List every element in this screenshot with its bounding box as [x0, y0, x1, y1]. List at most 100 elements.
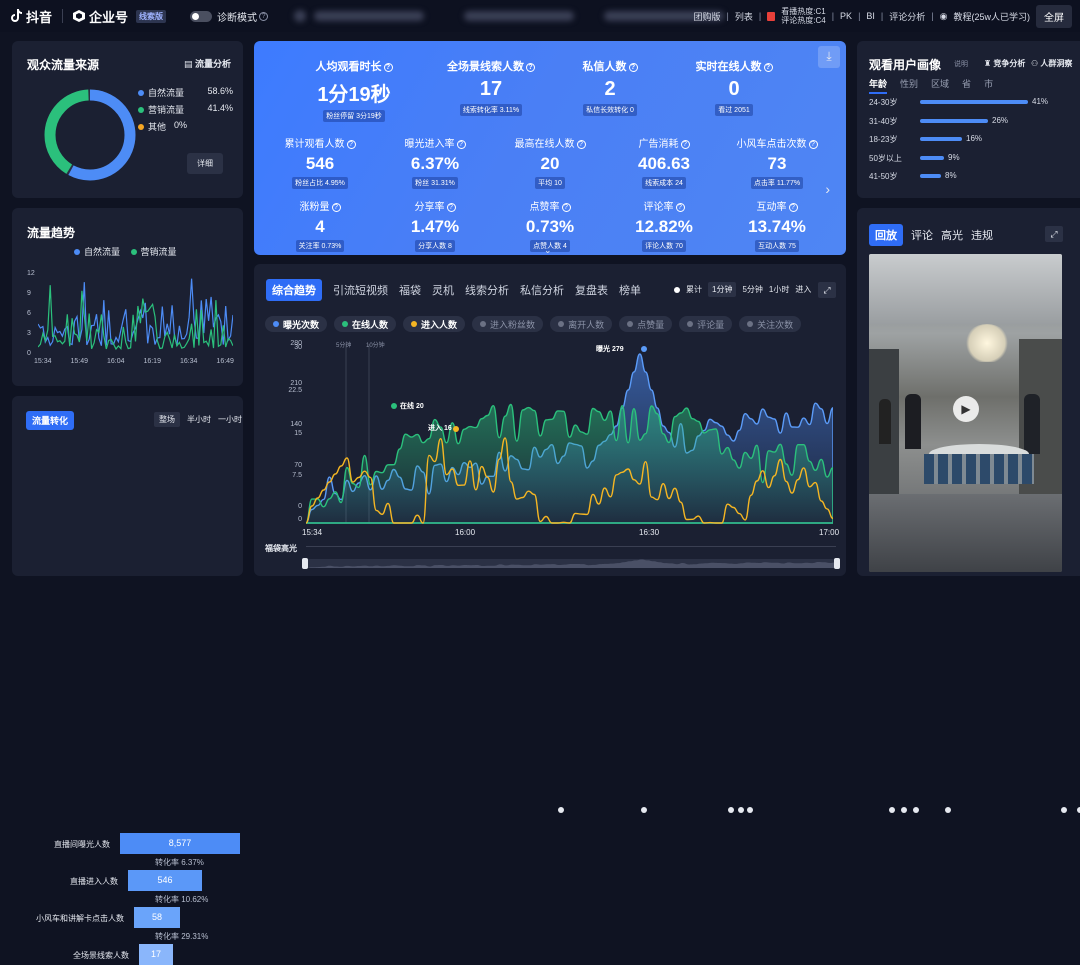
- slider-handle-right[interactable]: [834, 558, 840, 569]
- enterprise-logo[interactable]: 企业号 线索版: [73, 7, 167, 26]
- interval-enter[interactable]: 进入: [795, 284, 811, 295]
- help-icon[interactable]: ?: [331, 202, 341, 212]
- tab-half-hour[interactable]: 半小时: [187, 412, 211, 427]
- main-tab-7[interactable]: 榜单: [619, 282, 641, 298]
- main-tab-2[interactable]: 福袋: [399, 282, 421, 298]
- help-icon[interactable]: ?: [576, 139, 586, 149]
- link-pk[interactable]: PK: [840, 11, 852, 21]
- tutorial-link[interactable]: 教程(25w人已学习): [953, 10, 1030, 23]
- tab-province[interactable]: 省: [962, 77, 971, 94]
- main-tab-0[interactable]: 综合趋势: [266, 279, 322, 301]
- metric-pill-5[interactable]: 点赞量: [619, 316, 673, 332]
- help-icon[interactable]: ?: [446, 202, 456, 212]
- highlight-marker[interactable]: [889, 807, 895, 813]
- marker-5min: 5分钟: [336, 343, 352, 349]
- help-icon[interactable]: ?: [763, 62, 773, 72]
- help-icon[interactable]: ?: [788, 202, 798, 212]
- highlight-marker[interactable]: [901, 807, 907, 813]
- tab-region[interactable]: 区域: [931, 77, 949, 94]
- note-link[interactable]: 说明: [954, 59, 968, 69]
- tab-one-hour[interactable]: 一小时: [218, 412, 242, 427]
- metric-pill-0[interactable]: 曝光次数: [265, 316, 328, 332]
- metric-pill-6[interactable]: 评论量: [679, 316, 733, 332]
- highlight-marker[interactable]: [1061, 807, 1067, 813]
- tab-replay[interactable]: 回放: [869, 224, 903, 246]
- main-tab-4[interactable]: 线索分析: [465, 282, 509, 298]
- douyin-logo[interactable]: 抖音: [10, 7, 52, 26]
- help-icon[interactable]: ?: [808, 139, 818, 149]
- tab-highlight[interactable]: 高光: [941, 224, 963, 246]
- competitor-link[interactable]: ♜ 竞争分析: [984, 58, 1025, 69]
- help-icon[interactable]: ?: [680, 139, 690, 149]
- metric-pill-7[interactable]: 关注次数: [739, 316, 802, 332]
- highlight-marker[interactable]: [913, 807, 919, 813]
- help-icon[interactable]: ?: [456, 139, 466, 149]
- highlight-marker[interactable]: [728, 807, 734, 813]
- kpi-sub: 粉丝 31.31%: [412, 177, 458, 189]
- highlight-marker[interactable]: [641, 807, 647, 813]
- mode-label: 累计: [686, 285, 702, 294]
- diagnose-toggle[interactable]: [190, 10, 213, 22]
- funnel-label-3: 全场景线索人数: [73, 951, 129, 960]
- help-icon[interactable]: ?: [561, 202, 571, 212]
- interval-1hour[interactable]: 1小时: [769, 284, 789, 295]
- link-comment-analysis[interactable]: 评论分析: [889, 10, 925, 23]
- chevron-down-icon[interactable]: ⌄: [544, 245, 552, 256]
- expand-icon[interactable]: ⤢: [1045, 226, 1063, 242]
- radio-icon[interactable]: [674, 286, 680, 293]
- highlight-marker[interactable]: [945, 807, 951, 813]
- help-icon[interactable]: ?: [675, 202, 685, 212]
- trend-x-axis: 15:34 15:49 16:04 16:19 16:34 16:49: [34, 358, 234, 365]
- tab-gender[interactable]: 性别: [900, 77, 918, 94]
- tab-comment[interactable]: 评论: [911, 224, 933, 246]
- link-bi[interactable]: BI: [866, 11, 875, 21]
- tab-city[interactable]: 市: [984, 77, 993, 94]
- link-groupbuy[interactable]: 团购版: [694, 10, 721, 23]
- slider-label: 福袋高光: [265, 544, 297, 553]
- slider-handle-left[interactable]: [302, 558, 308, 569]
- help-icon[interactable]: ?: [526, 62, 535, 72]
- main-tab-5[interactable]: 私信分析: [520, 282, 564, 298]
- tab-age[interactable]: 年龄: [869, 77, 888, 94]
- kpi-label: 最高在线人数?: [495, 135, 605, 150]
- traffic-analysis-link[interactable]: ▤ 流量分析: [184, 57, 231, 70]
- metric-pill-4[interactable]: 离开人数: [550, 316, 613, 332]
- expand-icon[interactable]: ⤢: [818, 282, 836, 298]
- trend-legend: 自然流量 营销流量: [74, 245, 177, 258]
- main-tab-6[interactable]: 复盘表: [575, 282, 608, 298]
- detail-button[interactable]: 详细: [187, 153, 223, 174]
- help-icon[interactable]: ?: [259, 11, 269, 21]
- metric-pill-3[interactable]: 进入粉丝数: [472, 316, 544, 332]
- highlight-marker[interactable]: [738, 807, 744, 813]
- metric-pill-2[interactable]: 进入人数: [403, 316, 466, 332]
- interval-5min[interactable]: 5分钟: [742, 284, 762, 295]
- x-tick: 16:49: [216, 358, 234, 365]
- chevron-right-icon[interactable]: ›: [825, 181, 830, 197]
- metric-pill-1[interactable]: 在线人数: [334, 316, 397, 332]
- x-tick: 16:34: [179, 358, 198, 365]
- highlight-marker[interactable]: [747, 807, 753, 813]
- replay-video[interactable]: ▶: [869, 254, 1062, 572]
- kpi-value: 1分19秒: [317, 84, 391, 106]
- tab-whole[interactable]: 整场: [154, 412, 180, 427]
- range-slider[interactable]: [302, 558, 840, 569]
- main-tab-1[interactable]: 引流短视频: [333, 282, 388, 298]
- fullscreen-button[interactable]: 全屏: [1036, 4, 1072, 28]
- kpi-sub: 粉丝占比 4.95%: [292, 177, 348, 189]
- link-list[interactable]: 列表: [735, 10, 753, 23]
- main-tab-3[interactable]: 灵机: [432, 282, 454, 298]
- highlight-marker[interactable]: [558, 807, 564, 813]
- age-bar-3: [920, 155, 944, 160]
- metric-dot: [342, 321, 349, 327]
- help-icon[interactable]: ?: [346, 139, 356, 149]
- interval-1min[interactable]: 1分钟: [708, 282, 737, 297]
- crowd-link[interactable]: ⚇ 人群洞察: [1031, 58, 1072, 69]
- help-icon[interactable]: ?: [628, 62, 638, 72]
- tab-violation[interactable]: 违规: [971, 224, 993, 246]
- play-icon[interactable]: ▶: [953, 396, 979, 422]
- kpi-value: 20: [540, 154, 560, 173]
- age-bar-2: [920, 137, 962, 141]
- help-icon[interactable]: ?: [383, 62, 393, 72]
- source-legend: 自然流量 58.6% 营销流量 41.4% 其他 0%: [138, 86, 233, 133]
- download-icon[interactable]: ⤓: [818, 46, 840, 68]
